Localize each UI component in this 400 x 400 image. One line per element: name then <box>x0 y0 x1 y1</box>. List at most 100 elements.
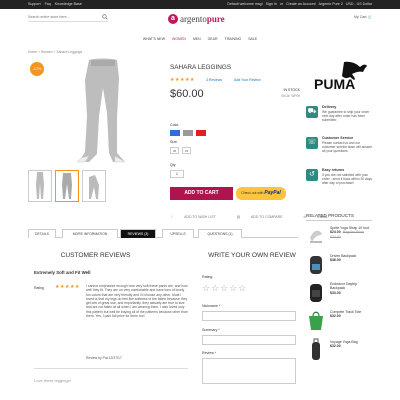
currency-switcher[interactable]: USD - US Dollar <box>346 2 372 6</box>
thumbnail[interactable] <box>82 170 106 202</box>
thumbnail-selected[interactable] <box>55 170 79 202</box>
tab-more-information[interactable]: MORE INFORMATION <box>62 229 118 238</box>
color-swatch-red[interactable] <box>196 130 206 136</box>
product-thumbnail[interactable] <box>306 308 326 332</box>
review-body: I cannot emphasize enough how very soft … <box>86 284 188 318</box>
main-navigation: WHAT'S NEW WOMEN MEN GEAR TRAINING SALE <box>0 37 400 41</box>
search-box <box>28 13 108 22</box>
next-review-title: Love these leggings! <box>34 378 71 383</box>
compare-icon: ▥ <box>236 215 241 219</box>
breadcrumb[interactable]: Home > Women > Sahara Leggings <box>28 50 82 54</box>
or-text: or <box>279 2 284 6</box>
related-product[interactable]: Endeavor Daytrip Backpack $33.00 <box>306 280 372 306</box>
summary-input[interactable] <box>202 335 296 345</box>
sign-in-link[interactable]: Sign In <box>266 2 277 6</box>
feature-customer-service: ☏ Customer Service Please contact us and… <box>306 136 372 164</box>
color-swatch-blue[interactable] <box>170 130 180 136</box>
nav-item-men[interactable]: MEN <box>193 37 201 41</box>
sale-badge: -17% <box>30 62 44 76</box>
search-icon[interactable] <box>102 14 108 20</box>
product-thumbnail[interactable] <box>306 224 326 248</box>
color-label: Color <box>170 123 179 127</box>
feature-text: If you are not satisfied with your order… <box>322 173 373 186</box>
thumbnail[interactable] <box>28 170 52 202</box>
product-sku: SKU#: WP09 <box>281 94 300 98</box>
color-swatch-gray[interactable] <box>183 130 193 136</box>
required-asterisk: * <box>214 351 217 355</box>
nickname-label-text: Nickname <box>202 304 218 308</box>
product-thumbnail[interactable] <box>306 338 326 362</box>
tab-reviews[interactable]: REVIEWS (3) <box>120 229 156 238</box>
review-title: Extremely Soft and Fit Well <box>34 270 91 275</box>
rating-star-picker[interactable]: ☆☆☆☆☆ <box>202 283 247 294</box>
welcome-message: Default welcome msg! <box>227 2 263 6</box>
add-to-cart-button[interactable]: ADD TO CART <box>170 187 233 200</box>
related-products-title: RELATED PRODUCTS <box>306 213 354 218</box>
logo-text-pure: pure <box>206 14 225 24</box>
related-product[interactable]: Driven Backpack $36.00 <box>306 252 372 278</box>
store-logo[interactable]: a argentopure <box>168 14 238 26</box>
tab-details[interactable]: DETAILS <box>28 229 56 238</box>
nav-item-women[interactable]: WOMEN <box>172 37 186 41</box>
product-thumbnail[interactable] <box>306 280 326 304</box>
thumbnail-strip <box>28 170 138 202</box>
feature-title: Customer Service <box>322 136 354 140</box>
add-to-wishlist-link[interactable]: ♡ ADD TO WISH LIST <box>170 215 226 219</box>
divider <box>306 220 372 221</box>
related-product[interactable]: Sprite Yoga Strap 10 foot $24.00 Regular P… <box>306 224 372 250</box>
mini-cart[interactable]: My Cart 🛒 <box>354 15 372 19</box>
product-main-image[interactable] <box>55 58 155 166</box>
product-price: $33.00 <box>330 290 341 295</box>
product-tabs: DETAILS MORE INFORMATION REVIEWS (3) UPS… <box>28 229 298 238</box>
create-account-link[interactable]: Create an Account <box>286 2 316 6</box>
knowledge-base-link[interactable]: Knowledge Base <box>55 2 82 6</box>
truck-icon: ⛟ <box>306 106 318 118</box>
search-input[interactable] <box>28 13 96 21</box>
faq-link[interactable]: Faq <box>45 2 51 6</box>
review-textarea[interactable] <box>202 358 296 384</box>
product-price: $32.00 <box>330 344 341 349</box>
product-price: $60.00 <box>170 88 204 100</box>
tab-questions[interactable]: QUESTIONS (1) <box>198 229 242 238</box>
customer-reviews-title: CUSTOMER REVIEWS <box>60 252 131 259</box>
cart-icon: 🛒 <box>367 15 372 19</box>
nickname-input[interactable] <box>202 311 296 321</box>
summary-label: Summary * <box>202 328 220 332</box>
nav-item-whats-new[interactable]: WHAT'S NEW <box>143 37 165 41</box>
product-price: $32.00 <box>330 314 341 319</box>
feature-title: Easy returns <box>322 168 345 172</box>
product-name[interactable]: Endeavor Daytrip Backpack <box>330 282 372 291</box>
store-switcher[interactable]: Argento Pure 2 <box>319 2 343 6</box>
product-title: SAHARA LEGGINGS <box>170 64 232 71</box>
nav-item-gear[interactable]: GEAR <box>208 37 218 41</box>
reviews-link[interactable]: 3 Reviews <box>206 78 222 82</box>
size-option[interactable]: 28 <box>170 147 179 154</box>
product-price: $36.00 <box>330 258 341 263</box>
related-product[interactable]: Compete Track Tote $32.00 <box>306 308 372 334</box>
review-rating-label: Rating <box>34 286 44 290</box>
feature-delivery: ⛟ Delivery We guarantee to ship your ord… <box>306 105 372 133</box>
related-product[interactable]: Voyage Yoga Bag $32.00 <box>306 338 372 364</box>
size-option[interactable]: 29 <box>182 147 191 154</box>
feature-text: Please contact us and our customer servi… <box>322 141 373 154</box>
puma-brand-logo[interactable]: PUMA <box>312 60 368 92</box>
tab-upsells[interactable]: UPSELLS <box>162 229 194 238</box>
nav-item-sale[interactable]: SALE <box>248 37 257 41</box>
paypal-button[interactable]: Check out with PayPal <box>236 187 286 200</box>
qty-label: Qty <box>170 163 176 167</box>
logo-mark-icon: a <box>168 14 178 24</box>
product-thumbnail[interactable] <box>306 252 326 276</box>
review-label: Review * <box>202 351 216 355</box>
review-rating-stars: ★★★★★ <box>55 284 80 290</box>
support-link[interactable]: Support <box>28 2 41 6</box>
wishlist-label: ADD TO WISH LIST <box>184 215 216 219</box>
rating-stars: ★★★★★ <box>170 77 195 83</box>
nav-item-training[interactable]: TRAINING <box>224 37 241 41</box>
add-review-link[interactable]: Add Your Review <box>234 78 261 82</box>
paypal-logo: PayPal <box>264 190 281 196</box>
qty-input[interactable]: 1 <box>170 170 184 178</box>
stock-status: IN STOCK <box>283 88 300 92</box>
feature-easy-returns: ↺ Easy returns If you are not satisfied … <box>306 168 372 202</box>
add-to-compare-link[interactable]: ▥ ADD TO COMPARE <box>237 215 293 219</box>
top-bar: Support Faq Knowledge Base Default welco… <box>0 0 400 9</box>
